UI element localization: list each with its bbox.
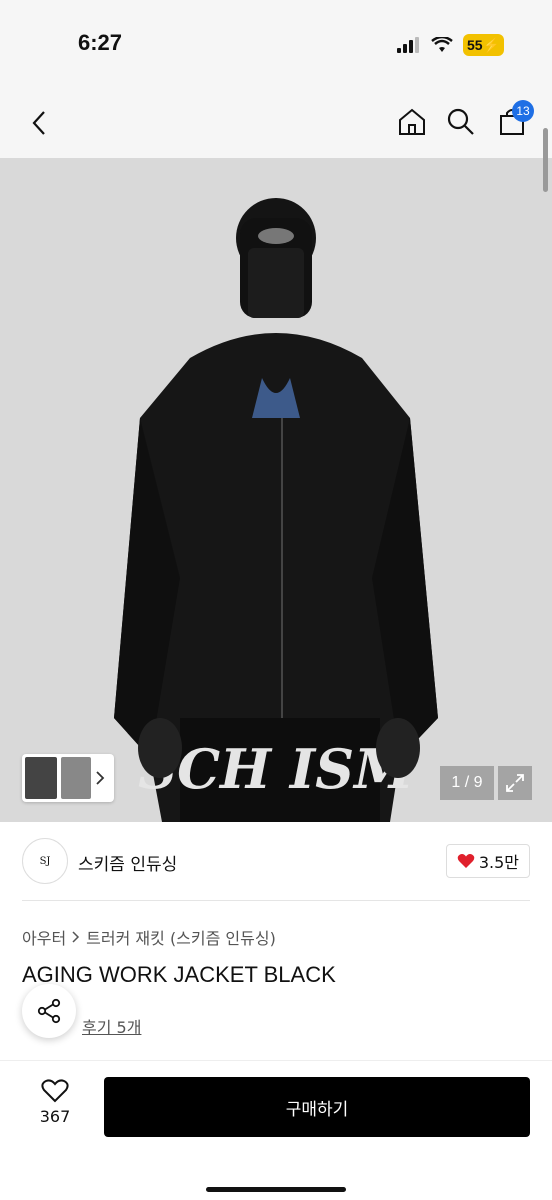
product-image-carousel[interactable]: SCH ISM 1 / 9 — [0, 158, 552, 822]
back-button[interactable] — [22, 106, 56, 140]
brand-logo[interactable]: SJ — [22, 838, 68, 884]
chevron-right-icon — [72, 931, 80, 943]
cart-count-badge: 13 — [512, 100, 534, 122]
thumbnail-image[interactable] — [25, 757, 57, 799]
status-icons: 55 ⚡ — [396, 34, 504, 56]
brand-row[interactable]: SJ 스키즘 인듀싱 3.5만 — [0, 822, 552, 902]
home-icon — [399, 108, 425, 135]
divider — [22, 900, 530, 901]
home-button[interactable] — [394, 104, 430, 140]
heart-outline-icon — [41, 1079, 69, 1103]
chevron-right-icon — [96, 771, 105, 785]
brand-like-count: 3.5만 — [478, 853, 519, 872]
scrollbar[interactable] — [543, 128, 548, 192]
battery-indicator: 55 ⚡ — [462, 34, 504, 56]
signal-icon — [396, 37, 419, 53]
home-indicator — [206, 1187, 346, 1192]
breadcrumb: 아우터 트러커 재킷 (스키즘 인듀싱) — [22, 925, 276, 949]
status-time: 6:27 — [78, 30, 123, 55]
share-icon — [37, 998, 61, 1024]
charging-icon: ⚡ — [482, 36, 500, 53]
share-button[interactable] — [22, 984, 76, 1038]
breadcrumb-category[interactable]: 아우터 — [22, 925, 66, 949]
search-icon — [447, 108, 474, 135]
battery-level: 55 — [466, 37, 483, 53]
brand-name[interactable]: 스키즘 인듀싱 — [78, 850, 177, 875]
search-button[interactable] — [443, 104, 479, 140]
wishlist-button[interactable]: 367 — [30, 1079, 80, 1126]
expand-button[interactable] — [498, 766, 532, 800]
thumbnail-strip[interactable] — [22, 754, 114, 802]
chevron-left-icon — [32, 111, 45, 135]
brand-like-button[interactable]: 3.5만 — [445, 844, 530, 878]
breadcrumb-subcategory[interactable]: 트러커 재킷 (스키즘 인듀싱) — [86, 925, 276, 949]
heart-filled-icon — [457, 854, 475, 868]
status-bar: 6:27 55 ⚡ — [0, 0, 552, 88]
product-photo: SCH ISM — [0, 158, 552, 822]
wifi-icon — [431, 37, 453, 52]
top-nav: 13 — [0, 88, 552, 158]
expand-icon — [506, 774, 524, 792]
review-link[interactable]: 후기 5개 — [82, 1014, 141, 1038]
wishlist-count: 367 — [39, 1107, 71, 1126]
thumbnail-image[interactable] — [61, 757, 91, 799]
bottom-action-bar: 367 구매하기 — [0, 1060, 552, 1200]
product-title: AGING WORK JACKET BLACK — [22, 962, 336, 987]
buy-button[interactable]: 구매하기 — [104, 1077, 530, 1137]
image-pager: 1 / 9 — [440, 766, 494, 800]
cart-button[interactable]: 13 — [494, 100, 534, 140]
